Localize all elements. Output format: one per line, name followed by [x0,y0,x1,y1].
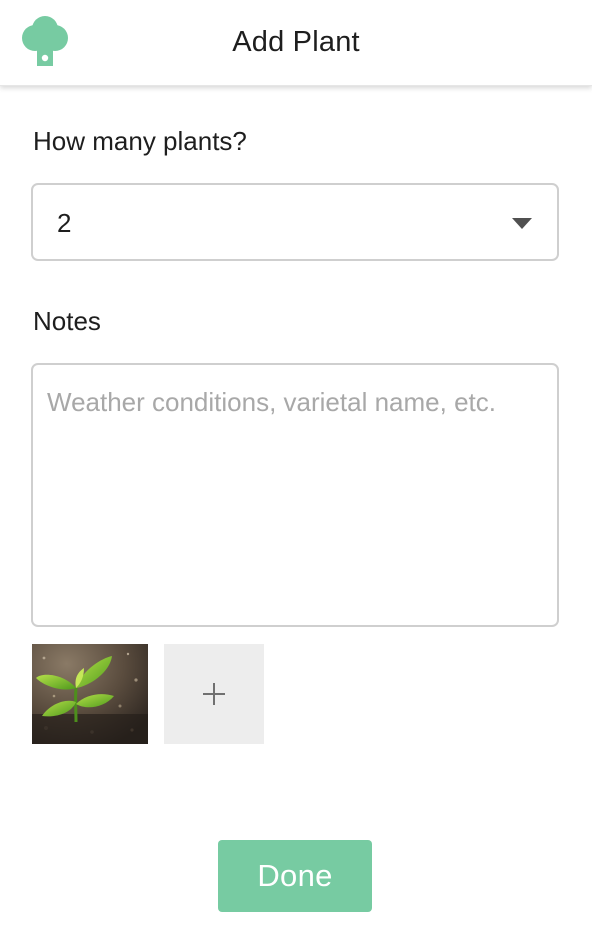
add-plant-screen: Add Plant How many plants? 2 Notes Weath… [0,0,592,938]
plant-count-label: How many plants? [33,126,247,156]
app-header: Add Plant [0,0,592,86]
notes-textarea[interactable] [31,363,559,627]
add-photo-button[interactable] [164,644,264,744]
page-title: Add Plant [232,26,360,58]
notes-label: Notes [33,306,101,336]
plant-count-value: 2 [57,208,72,238]
plant-count-select[interactable]: 2 [31,183,559,261]
plant-photo-thumbnail[interactable] [32,644,148,744]
done-button[interactable]: Done [218,840,372,912]
plus-icon [203,683,225,705]
chevron-down-icon [512,218,532,229]
